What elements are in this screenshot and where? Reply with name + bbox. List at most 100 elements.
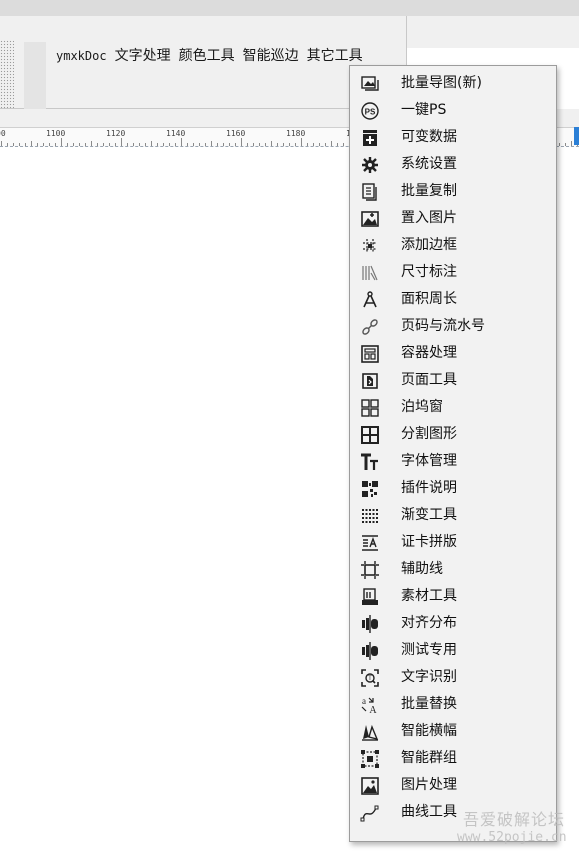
menu-item-label: 图片处理 <box>401 777 457 793</box>
plugin-toolbar: ymxkDoc 文字处理 颜色工具 智能巡边 其它工具 <box>0 16 407 116</box>
menu-item-add-border[interactable]: 添加边框 <box>351 232 555 259</box>
menu-item-label: 智能横幅 <box>401 723 457 739</box>
menu-item-smart-group[interactable]: 智能群组 <box>351 745 555 772</box>
copy-pages-icon <box>360 182 380 202</box>
ps-icon: PS <box>360 101 380 121</box>
ruler-tick <box>565 143 566 146</box>
banner-icon <box>360 722 380 742</box>
container-icon <box>360 344 380 364</box>
watermark-url: www.52pojie.cn <box>457 830 567 845</box>
menu-item-label: 对齐分布 <box>401 615 457 631</box>
menu-smart-trace[interactable]: 智能巡边 <box>239 44 303 68</box>
toolbar-empty-area <box>407 16 579 48</box>
menu-item-split-shape[interactable]: 分割图形 <box>351 421 555 448</box>
menu-item-batch-export[interactable]: 批量导图(新) <box>351 70 555 97</box>
replace-text-icon: aA <box>360 695 380 715</box>
menu-item-test[interactable]: 测试专用 <box>351 637 555 664</box>
menu-item-place-image[interactable]: 置入图片 <box>351 205 555 232</box>
menu-item-page-number[interactable]: 页码与流水号 <box>351 313 555 340</box>
ruler-corner-marker <box>574 127 579 145</box>
font-icon <box>360 452 380 472</box>
menu-item-label: 智能群组 <box>401 750 457 766</box>
menu-item-image-process[interactable]: 图片处理 <box>351 772 555 799</box>
menu-item-one-click-ps[interactable]: PS 一键PS <box>351 97 555 124</box>
ruler-label: 1120 <box>106 129 126 138</box>
site-watermark: 吾爱破解论坛 www.52pojie.cn <box>455 806 579 852</box>
menu-item-smart-banner[interactable]: 智能横幅 <box>351 718 555 745</box>
menu-item-batch-replace[interactable]: aA 批量替换 <box>351 691 555 718</box>
menu-item-page-tool[interactable]: 页面工具 <box>351 367 555 394</box>
ruler-tick <box>199 143 200 146</box>
assets-icon <box>360 587 380 607</box>
ruler-tick <box>133 143 134 146</box>
border-icon <box>360 236 380 256</box>
ruler-tick <box>37 143 38 146</box>
ruler-tick <box>301 138 302 146</box>
menu-item-align-distribute[interactable]: 对齐分布 <box>351 610 555 637</box>
ruler-tick <box>103 143 104 146</box>
ruler-tick <box>247 143 248 146</box>
menu-item-variable-data[interactable]: 可变数据 <box>351 124 555 151</box>
ruler-tick <box>73 143 74 146</box>
menu-item-label: 泊坞窗 <box>401 399 443 415</box>
ruler-tick <box>325 143 326 146</box>
menu-item-guides[interactable]: 辅助线 <box>351 556 555 583</box>
ruler-tick <box>571 141 572 146</box>
ruler-tick <box>229 143 230 146</box>
dimension-icon <box>360 263 380 283</box>
toolbar-grip-handle[interactable] <box>24 42 46 116</box>
ruler-tick <box>343 143 344 146</box>
menu-item-label: 辅助线 <box>401 561 443 577</box>
ruler-tick <box>559 143 560 146</box>
menu-text-processing[interactable]: 文字处理 <box>111 44 175 68</box>
menu-item-dimension[interactable]: 尺寸标注 <box>351 259 555 286</box>
group-icon <box>360 749 380 769</box>
test-icon <box>360 641 380 661</box>
menu-item-batch-copy[interactable]: 批量复制 <box>351 178 555 205</box>
menu-item-card-layout[interactable]: 证卡拼版 <box>351 529 555 556</box>
menu-item-label: 批量复制 <box>401 183 457 199</box>
ruler-tick <box>91 141 92 146</box>
ruler-tick <box>85 143 86 146</box>
ruler-tick <box>109 143 110 146</box>
menu-item-label: 字体管理 <box>401 453 457 469</box>
ruler-tick <box>271 141 272 146</box>
ruler-tick <box>217 143 218 146</box>
menu-item-system-settings[interactable]: 系统设置 <box>351 151 555 178</box>
ruler-tick <box>19 143 20 146</box>
compass-icon <box>360 290 380 310</box>
menu-item-font-manager[interactable]: 字体管理 <box>351 448 555 475</box>
menu-item-ocr[interactable]: T 文字识别 <box>351 664 555 691</box>
menu-item-label: 可变数据 <box>401 129 457 145</box>
menu-item-plugin-help[interactable]: 插件说明 <box>351 475 555 502</box>
ruler-tick <box>307 143 308 146</box>
export-images-icon <box>360 74 380 94</box>
menu-item-label: 分割图形 <box>401 426 457 442</box>
ruler-tick <box>121 138 122 146</box>
title-strip <box>0 0 579 16</box>
gradient-icon <box>360 506 380 526</box>
menu-item-area-perimeter[interactable]: 面积周长 <box>351 286 555 313</box>
align-icon <box>360 614 380 634</box>
menu-item-assets[interactable]: 素材工具 <box>351 583 555 610</box>
ruler-tick <box>151 141 152 146</box>
menu-item-container[interactable]: 容器处理 <box>351 340 555 367</box>
menu-color-tools[interactable]: 颜色工具 <box>175 44 239 68</box>
menu-ymxkdoc[interactable]: ymxkDoc <box>52 44 111 68</box>
menu-item-docker[interactable]: 泊坞窗 <box>351 394 555 421</box>
menu-item-gradient[interactable]: 渐变工具 <box>351 502 555 529</box>
toolbar-grip-dots[interactable] <box>0 40 14 116</box>
menu-item-label: 置入图片 <box>401 210 457 226</box>
ruler-tick <box>13 143 14 146</box>
watermark-title: 吾爱破解论坛 <box>463 810 566 829</box>
ruler-tick <box>259 143 260 146</box>
ruler-tick <box>127 143 128 146</box>
ruler-label-partial: 00 <box>0 129 6 138</box>
ruler-tick <box>1 141 2 146</box>
ruler-tick <box>205 143 206 146</box>
menu-item-label: 渐变工具 <box>401 507 457 523</box>
ruler-tick <box>313 143 314 146</box>
menu-item-label: 测试专用 <box>401 642 457 658</box>
page-tool-icon <box>360 371 380 391</box>
svg-text:A: A <box>369 705 377 715</box>
